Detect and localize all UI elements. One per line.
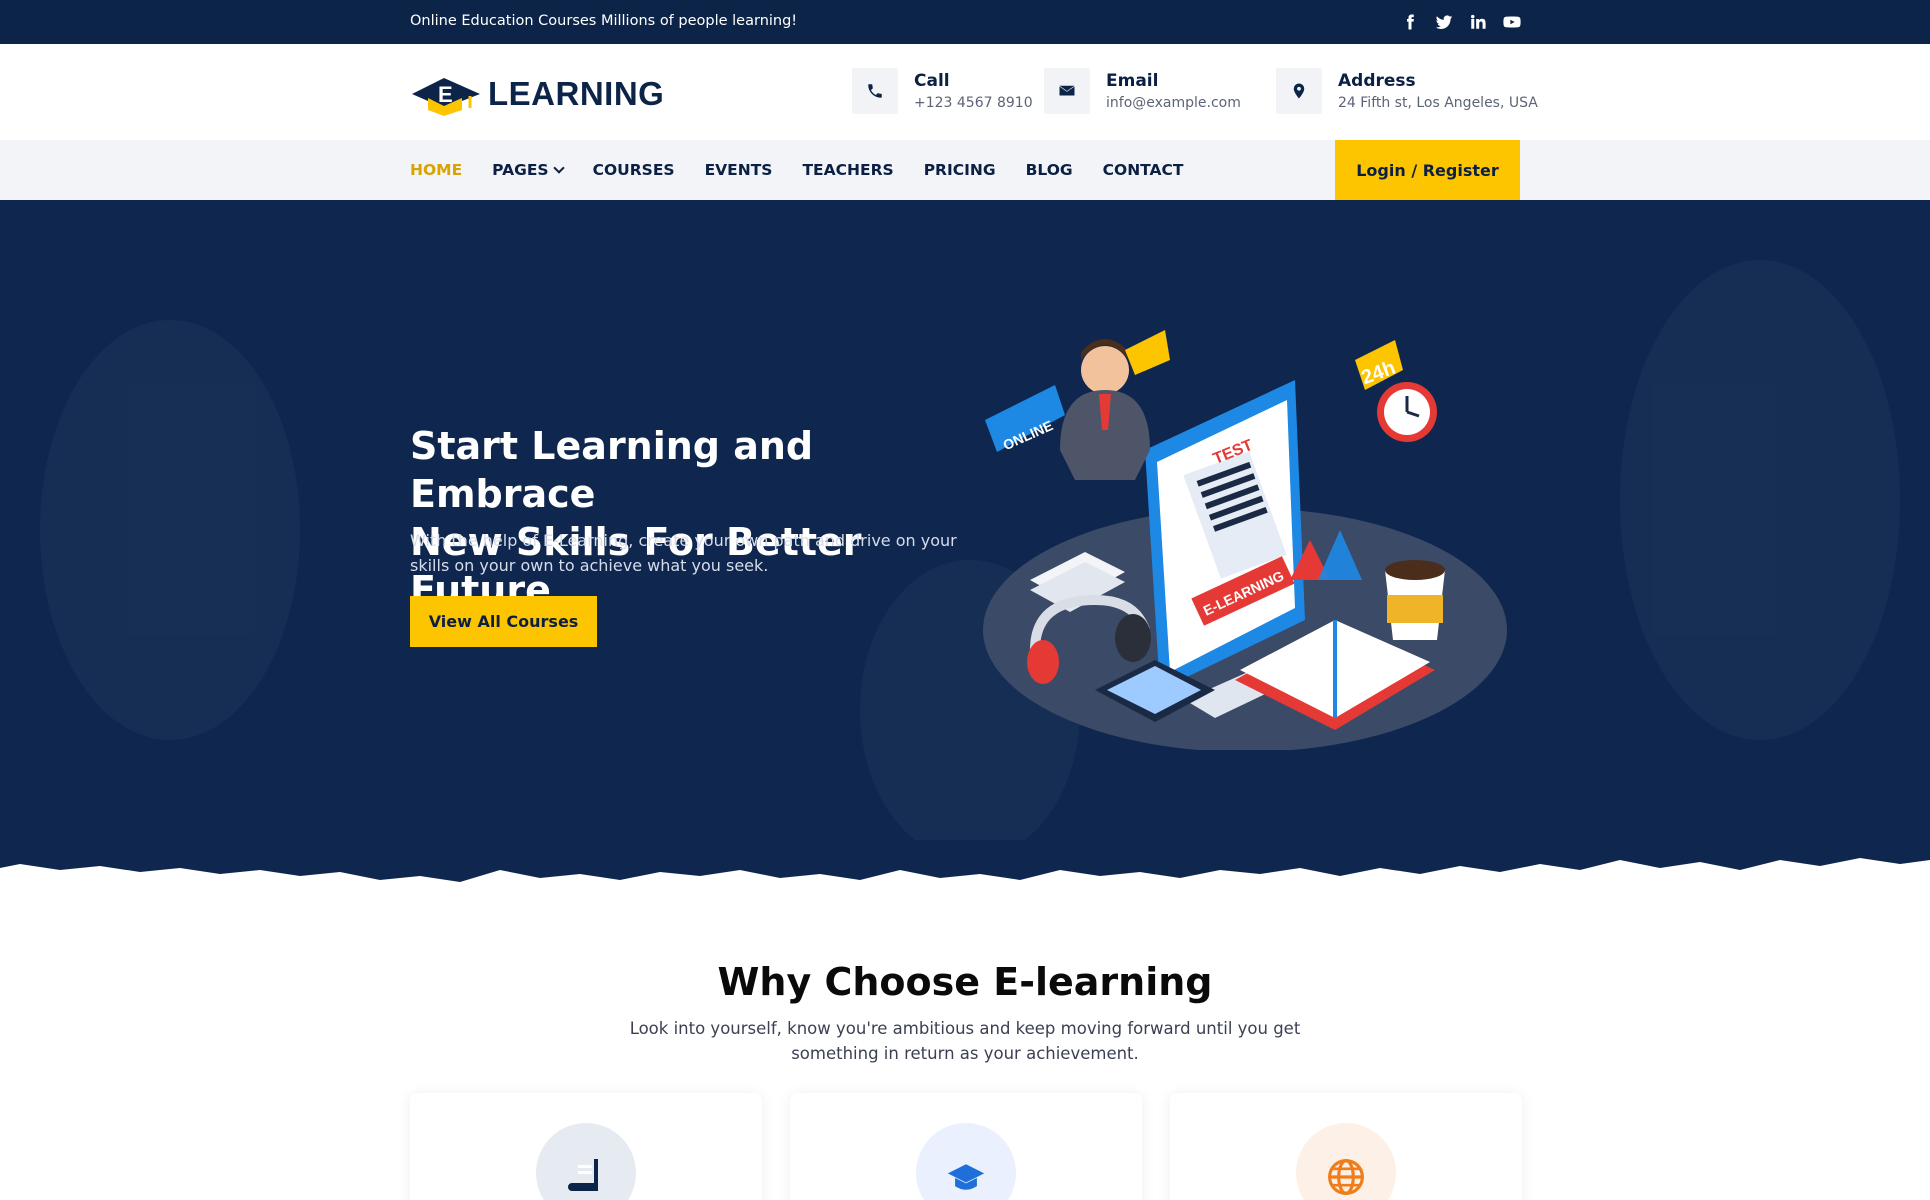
top-bar-message: Online Education Courses Millions of peo… [410, 13, 798, 29]
contact-email-value[interactable]: info@example.com [1106, 95, 1241, 111]
nav-item-pages-label: PAGES [492, 161, 549, 179]
contact-call-title: Call [914, 71, 950, 91]
background-figure [1620, 260, 1900, 740]
envelope-icon [1044, 68, 1090, 114]
facebook-icon[interactable] [1400, 12, 1420, 32]
nav-item-contact[interactable]: CONTACT [1103, 161, 1184, 179]
globe-icon [1328, 1159, 1364, 1195]
logo-letter: E [438, 82, 453, 107]
hero-description: With the help of E-Learning, create your… [410, 531, 957, 575]
site-logo[interactable]: E LEARNING [410, 72, 664, 116]
why-section-description: Look into yourself, know you're ambitiou… [629, 1019, 1301, 1063]
feature-icon-circle [916, 1123, 1016, 1200]
main-nav: HOME PAGES COURSES EVENTS TEACHERS PRICI… [0, 140, 1930, 200]
why-section-title: Why Choose E-learning [717, 960, 1213, 1004]
nav-item-home[interactable]: HOME [410, 161, 462, 179]
youtube-icon[interactable] [1502, 12, 1522, 32]
feature-icon-circle [1296, 1123, 1396, 1200]
nav-item-courses[interactable]: COURSES [593, 161, 675, 179]
top-bar: Online Education Courses Millions of peo… [0, 0, 1930, 44]
nav-item-blog[interactable]: BLOG [1026, 161, 1073, 179]
nav-item-teachers[interactable]: TEACHERS [802, 161, 893, 179]
hero-title-line-1: Start Learning and Embrace [410, 424, 814, 516]
contact-email: Email info@example.com [1044, 68, 1241, 114]
nav-item-pages[interactable]: PAGES [492, 161, 565, 179]
contact-call-value[interactable]: +123 4567 8910 [914, 95, 1033, 111]
nav-item-pricing[interactable]: PRICING [924, 161, 996, 179]
feature-card[interactable] [410, 1093, 762, 1200]
contact-address: Address 24 Fifth st, Los Angeles, USA [1276, 68, 1538, 114]
logo-text: LEARNING [488, 75, 665, 112]
view-all-courses-button[interactable]: View All Courses [410, 596, 597, 647]
contact-address-value: 24 Fifth st, Los Angeles, USA [1338, 95, 1538, 111]
contact-email-title: Email [1106, 71, 1159, 91]
torn-paper-divider [0, 840, 1930, 920]
twitter-icon[interactable] [1434, 12, 1454, 32]
linkedin-icon[interactable] [1468, 12, 1488, 32]
feature-icon-circle [536, 1123, 636, 1200]
hero-section: Start Learning and Embrace New Skills Fo… [0, 200, 1930, 900]
graduation-cap-icon [947, 1164, 985, 1190]
graduation-cap-logo-icon: E [412, 78, 480, 116]
background-figure [40, 320, 300, 740]
contact-address-title: Address [1338, 71, 1416, 91]
book-icon [568, 1159, 598, 1191]
social-links [1400, 12, 1522, 32]
phone-icon [852, 68, 898, 114]
e-learning-illustration: TEST E-LEARNING ONLINE 24h [983, 330, 1507, 750]
hero-title: Start Learning and Embrace New Skills Fo… [410, 422, 990, 614]
feature-card[interactable] [790, 1093, 1142, 1200]
contact-call: Call +123 4567 8910 [852, 68, 1033, 114]
login-register-button[interactable]: Login / Register [1335, 140, 1520, 200]
map-pin-icon [1276, 68, 1322, 114]
chevron-down-icon [552, 162, 565, 174]
feature-card[interactable] [1170, 1093, 1522, 1200]
nav-item-events[interactable]: EVENTS [705, 161, 773, 179]
site-header: E LEARNING Call +123 4567 8910 Email inf… [0, 44, 1930, 140]
